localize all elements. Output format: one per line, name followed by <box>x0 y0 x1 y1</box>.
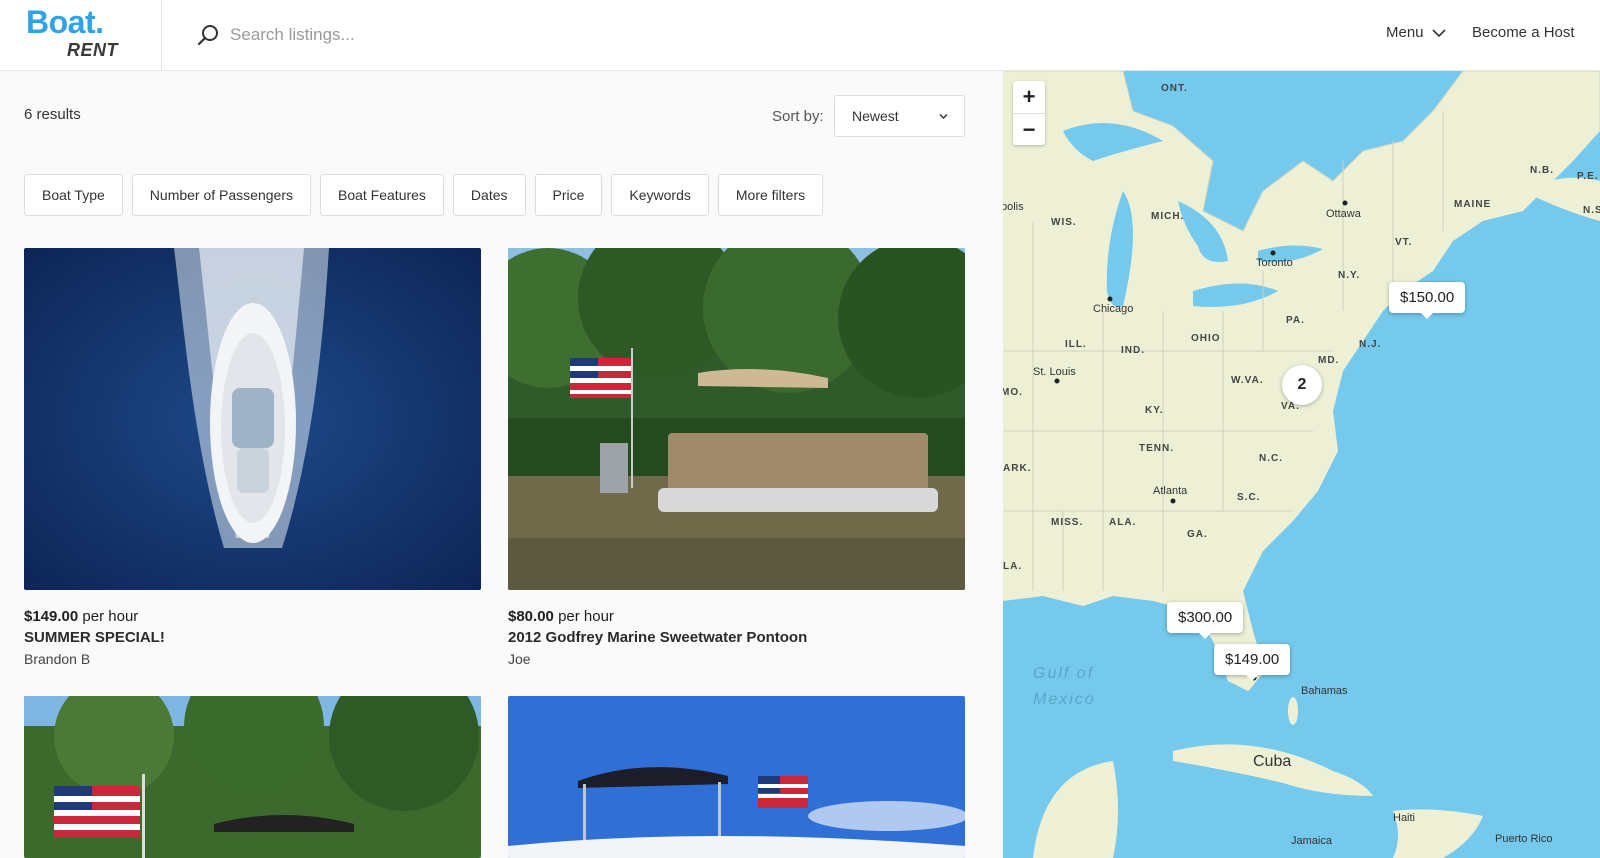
map-label: GA. <box>1187 529 1208 540</box>
zoom-out-button[interactable]: − <box>1013 113 1045 145</box>
map-water-label: Mexico <box>1033 691 1096 708</box>
results-count: 6 results <box>24 106 81 123</box>
listing-photo[interactable] <box>508 248 965 590</box>
map-label: N.Y. <box>1338 270 1361 281</box>
search-icon[interactable] <box>196 23 220 47</box>
map[interactable]: + − ONT. WIS. MICH. N.Y. VT. MAINE N.B. … <box>1003 71 1600 858</box>
listing-card[interactable] <box>508 696 965 858</box>
map-label: N.J. <box>1359 339 1382 350</box>
map-city: Puerto Rico <box>1495 833 1553 845</box>
listing-host: Joe <box>508 651 531 667</box>
listing-card[interactable]: $80.00 per hour 2012 Godfrey Marine Swee… <box>508 248 965 667</box>
map-city: Toronto <box>1256 257 1293 269</box>
map-label: N.C. <box>1259 453 1283 464</box>
map-city: Bahamas <box>1301 685 1348 697</box>
map-label: ONT. <box>1161 83 1188 94</box>
listing-photo[interactable] <box>24 248 481 590</box>
map-label: IND. <box>1121 345 1145 356</box>
map-label: VT. <box>1395 237 1413 248</box>
listing-price: $149.00 per hour <box>24 608 139 625</box>
map-city: Jamaica <box>1291 835 1332 847</box>
listing-card[interactable]: $149.00 per hour SUMMER SPECIAL! Brandon… <box>24 248 481 667</box>
filter-keywords[interactable]: Keywords <box>611 174 709 216</box>
map-label: OHIO <box>1191 333 1221 344</box>
sort-value: Newest <box>852 108 899 124</box>
map-label: TENN. <box>1139 443 1174 454</box>
logo-text-bottom: RENT <box>67 40 118 60</box>
logo[interactable]: Boat. RENT <box>0 0 162 71</box>
map-label: KY. <box>1145 405 1164 416</box>
map-city: Haiti <box>1393 812 1416 824</box>
top-bar: Boat. RENT Menu Become a Host <box>0 0 1600 71</box>
listing-title[interactable]: SUMMER SPECIAL! <box>24 629 481 646</box>
map-label: MICH. <box>1151 211 1185 222</box>
map-city: Ottawa <box>1326 208 1361 220</box>
listing-photo[interactable] <box>24 696 481 858</box>
filter-dates[interactable]: Dates <box>452 174 526 216</box>
listing-title[interactable]: 2012 Godfrey Marine Sweetwater Pontoon <box>508 629 965 646</box>
map-label: MAINE <box>1454 199 1492 210</box>
map-label: N.S <box>1583 205 1600 216</box>
filter-boat-features[interactable]: Boat Features <box>319 174 444 216</box>
chevron-down-icon <box>1431 28 1446 37</box>
menu-label: Menu <box>1386 24 1424 41</box>
map-city: St. Louis <box>1033 366 1076 378</box>
search-input[interactable] <box>230 25 650 45</box>
logo-text-top: Boat. <box>26 4 104 40</box>
filter-more[interactable]: More filters <box>717 174 824 216</box>
map-label: N.B. <box>1530 165 1554 176</box>
sort-label: Sort by: <box>772 108 824 125</box>
listing-host: Brandon B <box>24 651 91 667</box>
map-cluster-marker[interactable]: 2 <box>1282 365 1322 405</box>
map-price-pin[interactable]: $150.00 <box>1389 282 1466 319</box>
filter-bar: Boat Type Number of Passengers Boat Feat… <box>24 174 824 216</box>
filter-price[interactable]: Price <box>534 174 603 216</box>
sort-select[interactable]: Newest <box>834 95 965 137</box>
zoom-control: + − <box>1013 81 1045 145</box>
map-city: Chicago <box>1093 303 1134 315</box>
map-label: MD. <box>1318 355 1340 366</box>
filter-passengers[interactable]: Number of Passengers <box>131 174 311 216</box>
listing-card[interactable] <box>24 696 481 858</box>
menu-button[interactable]: Menu <box>1386 24 1446 41</box>
filter-boat-type[interactable]: Boat Type <box>24 174 123 216</box>
zoom-in-button[interactable]: + <box>1013 81 1045 113</box>
map-label: WIS. <box>1051 217 1077 228</box>
map-label: ALA. <box>1109 517 1137 528</box>
map-price-pin[interactable]: $300.00 <box>1167 602 1244 639</box>
map-price-pin[interactable]: $149.00 <box>1214 644 1291 681</box>
map-label: ILL. <box>1065 339 1087 350</box>
become-host-link[interactable]: Become a Host <box>1472 24 1575 41</box>
map-city: Cuba <box>1253 753 1292 770</box>
map-label: W.VA. <box>1231 375 1264 386</box>
map-label: ARK. <box>1003 463 1032 474</box>
map-water-label: Gulf of <box>1033 665 1095 682</box>
map-city: Atlanta <box>1153 485 1188 497</box>
map-label: PA. <box>1286 315 1305 326</box>
chevron-down-icon <box>939 113 948 120</box>
map-label: P.E. <box>1577 171 1599 182</box>
listing-photo[interactable] <box>508 696 965 858</box>
map-label: S.C. <box>1237 492 1261 503</box>
map-label: MO. <box>1003 387 1023 398</box>
search-bar <box>196 20 676 50</box>
listing-price: $80.00 per hour <box>508 608 614 625</box>
map-label: LA. <box>1003 561 1023 572</box>
map-city: polis <box>1003 201 1024 213</box>
map-label: MISS. <box>1051 517 1084 528</box>
